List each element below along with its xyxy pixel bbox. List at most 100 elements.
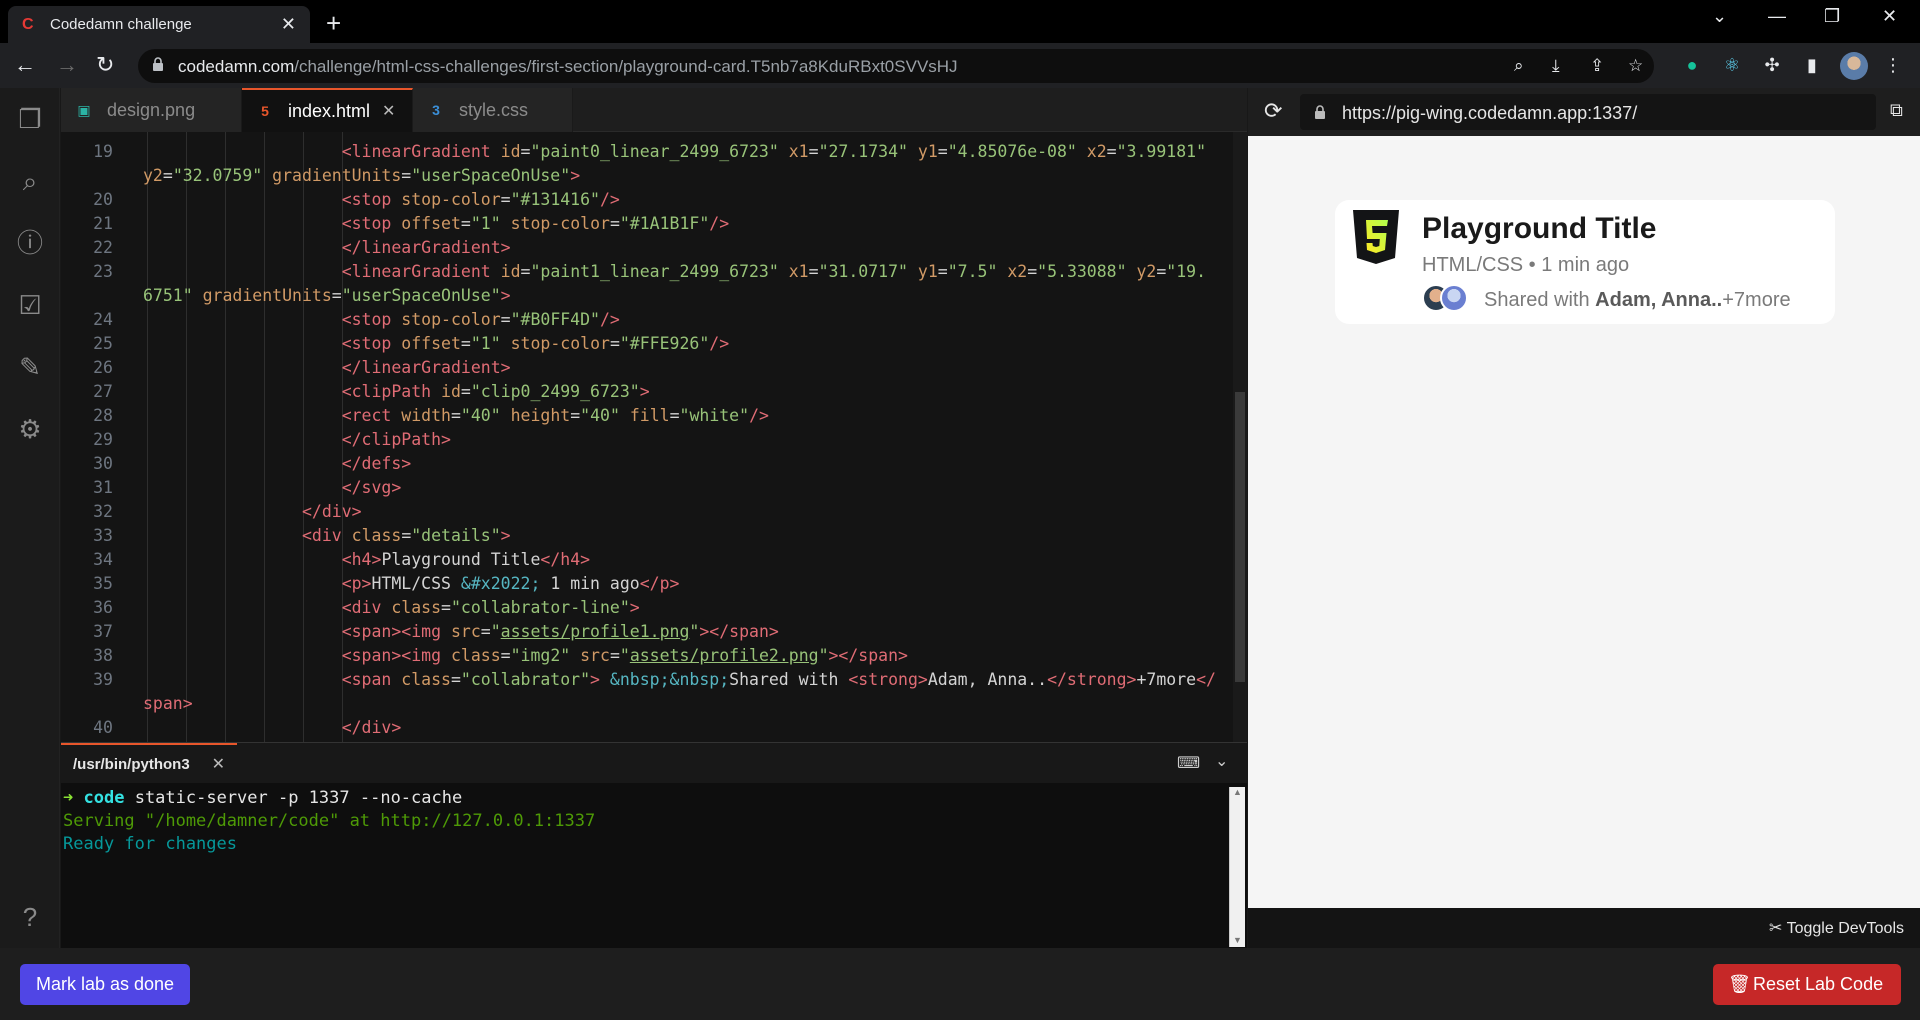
close-window-icon[interactable]: ✕ bbox=[1882, 6, 1897, 27]
code-line: <span><img class="img2" src="assets/prof… bbox=[341, 646, 908, 665]
browser-tab[interactable]: C Codedamn challenge ✕ bbox=[8, 6, 310, 43]
line-number: 28 bbox=[93, 406, 113, 425]
code-line: span> bbox=[143, 694, 193, 713]
code-editor[interactable]: 19 <linearGradient id="paint0_linear_249… bbox=[61, 132, 1233, 742]
forward-icon[interactable]: → bbox=[56, 52, 78, 78]
line-number: 26 bbox=[93, 358, 113, 377]
devtools-label: Toggle DevTools bbox=[1786, 920, 1904, 937]
wrench-icon: ✂ bbox=[1769, 920, 1783, 937]
reset-label: Reset Lab Code bbox=[1753, 974, 1884, 994]
line-number: 31 bbox=[93, 478, 113, 497]
terminal-scrollbar[interactable]: ▲ ▼ bbox=[1229, 787, 1245, 947]
grammarly-icon[interactable]: ● bbox=[1681, 54, 1703, 76]
toggle-devtools-button[interactable]: ✂ Toggle DevTools bbox=[1769, 918, 1904, 938]
code-line: y2="32.0759" gradientUnits="userSpaceOnU… bbox=[143, 166, 581, 185]
feedback-icon[interactable]: ✎ bbox=[13, 350, 47, 384]
new-tab-icon[interactable]: + bbox=[326, 8, 341, 39]
address-bar[interactable]: codedamn.com/challenge/html-css-challeng… bbox=[138, 49, 1654, 83]
preview-url: https://pig-wing.codedamn.app:1337/ bbox=[1342, 103, 1638, 123]
react-devtools-icon[interactable]: ⚛ bbox=[1721, 54, 1743, 76]
extensions-puzzle-icon[interactable]: ✣ bbox=[1761, 54, 1783, 76]
reload-icon[interactable]: ↻ bbox=[96, 52, 114, 78]
mark-lab-done-button[interactable]: Mark lab as done bbox=[20, 964, 190, 1005]
editor-scrollbar[interactable] bbox=[1233, 132, 1247, 742]
tab-search-chevron-icon[interactable]: ⌄ bbox=[1712, 6, 1727, 27]
shared-names: Adam, Anna.. bbox=[1595, 289, 1723, 311]
code-line: <linearGradient id="paint1_linear_2499_6… bbox=[341, 262, 1207, 281]
preview-panel: ⟳ https://pig-wing.codedamn.app:1337/ ⧉ bbox=[1248, 88, 1920, 948]
prompt-arrow: ➜ bbox=[63, 788, 74, 808]
minimize-icon[interactable]: — bbox=[1768, 6, 1786, 27]
code-line: </div> bbox=[341, 718, 402, 737]
tab-index-html[interactable]: 5 index.html ✕ bbox=[242, 88, 413, 132]
code-line: <div class="details"> bbox=[301, 526, 511, 545]
terminal-panel: /usr/bin/python3 ✕ ⌨ ⌄ ➜ code static-ser… bbox=[61, 742, 1247, 948]
editor-tabs: ▣ design.png 5 index.html ✕ 3 style.css bbox=[61, 88, 1247, 132]
card-title: Playground Title bbox=[1422, 212, 1657, 245]
help-icon[interactable]: ? bbox=[13, 900, 47, 934]
image-icon: ▣ bbox=[77, 102, 91, 118]
close-terminal-icon[interactable]: ✕ bbox=[212, 754, 225, 774]
tab-style-css[interactable]: 3 style.css bbox=[413, 88, 573, 132]
back-icon[interactable]: ← bbox=[14, 52, 36, 78]
code-line: <span><img src="assets/profile1.png"></s… bbox=[341, 622, 779, 641]
lock-icon bbox=[1315, 105, 1325, 119]
bookmark-star-icon[interactable]: ☆ bbox=[1628, 56, 1643, 76]
line-number: 37 bbox=[93, 622, 113, 641]
new-terminal-icon[interactable]: ⌨ bbox=[1177, 753, 1200, 773]
side-panel-icon[interactable]: ▮ bbox=[1801, 54, 1823, 76]
open-external-icon[interactable]: ⧉ bbox=[1890, 100, 1903, 121]
search-icon[interactable]: ⌕ bbox=[13, 164, 47, 198]
share-icon[interactable]: ⇪ bbox=[1590, 56, 1604, 76]
line-number: 27 bbox=[93, 382, 113, 401]
line-number: 23 bbox=[93, 262, 113, 281]
terminal-output[interactable]: ➜ code static-server -p 1337 --no-cache … bbox=[63, 787, 595, 856]
search-icon[interactable]: ⌕ bbox=[1514, 56, 1524, 76]
line-number: 33 bbox=[93, 526, 113, 545]
preview-url-bar[interactable]: https://pig-wing.codedamn.app:1337/ bbox=[1300, 94, 1876, 130]
code-line: </svg> bbox=[341, 478, 402, 497]
css3-icon: 3 bbox=[432, 102, 440, 118]
line-number: 24 bbox=[93, 310, 113, 329]
scrollbar-thumb[interactable] bbox=[1235, 392, 1245, 682]
browser-menu-icon[interactable]: ⋮ bbox=[1882, 54, 1904, 76]
line-number: 29 bbox=[93, 430, 113, 449]
trash-icon: 🗑 bbox=[1728, 974, 1751, 994]
code-line: <p>HTML/CSS &#x2022; 1 min ago</p> bbox=[341, 574, 680, 593]
html5-logo-icon bbox=[1353, 210, 1399, 264]
terminal-tab-label: /usr/bin/python3 bbox=[73, 755, 190, 773]
line-number: 34 bbox=[93, 550, 113, 569]
playground-card: Playground Title HTML/CSS • 1 min ago Sh… bbox=[1335, 200, 1835, 324]
settings-gear-icon[interactable]: ⚙ bbox=[13, 412, 47, 446]
restore-icon[interactable]: ❐ bbox=[1824, 6, 1840, 27]
card-subtitle: HTML/CSS • 1 min ago bbox=[1422, 254, 1630, 276]
shared-prefix: Shared with bbox=[1484, 289, 1596, 311]
close-tab-icon[interactable]: ✕ bbox=[281, 14, 296, 35]
address-url: codedamn.com/challenge/html-css-challeng… bbox=[178, 57, 958, 76]
info-icon[interactable]: ⓘ bbox=[13, 226, 47, 260]
line-number: 36 bbox=[93, 598, 113, 617]
terminal-header: /usr/bin/python3 ✕ ⌨ ⌄ bbox=[61, 743, 1247, 783]
code-line: <stop offset="1" stop-color="#1A1B1F"/> bbox=[341, 214, 730, 233]
line-number: 32 bbox=[93, 502, 113, 521]
files-icon[interactable]: ❐ bbox=[13, 102, 47, 136]
scroll-down-icon[interactable]: ▼ bbox=[1233, 935, 1242, 945]
code-line: <stop stop-color="#B0FF4D"/> bbox=[341, 310, 620, 329]
line-number: 21 bbox=[93, 214, 113, 233]
tab-design-png[interactable]: ▣ design.png bbox=[61, 88, 242, 132]
code-line: </linearGradient> bbox=[341, 358, 511, 377]
chevron-down-icon[interactable]: ⌄ bbox=[1215, 751, 1228, 771]
tasks-checklist-icon[interactable]: ☑ bbox=[13, 288, 47, 322]
code-line: <stop stop-color="#131416"/> bbox=[341, 190, 620, 209]
profile-avatar[interactable] bbox=[1840, 52, 1868, 80]
shared-more: +7more bbox=[1722, 289, 1791, 311]
code-line: </clipPath> bbox=[341, 430, 451, 449]
preview-toolbar: ⟳ https://pig-wing.codedamn.app:1337/ ⧉ bbox=[1248, 88, 1920, 136]
line-number: 25 bbox=[93, 334, 113, 353]
reset-lab-code-button[interactable]: 🗑 Reset Lab Code bbox=[1713, 964, 1901, 1005]
terminal-tab[interactable]: /usr/bin/python3 ✕ bbox=[61, 743, 238, 783]
refresh-icon[interactable]: ⟳ bbox=[1264, 98, 1282, 124]
install-icon[interactable]: ⤓ bbox=[1552, 56, 1560, 76]
scroll-up-icon[interactable]: ▲ bbox=[1233, 787, 1242, 797]
close-tab-icon[interactable]: ✕ bbox=[382, 101, 395, 121]
